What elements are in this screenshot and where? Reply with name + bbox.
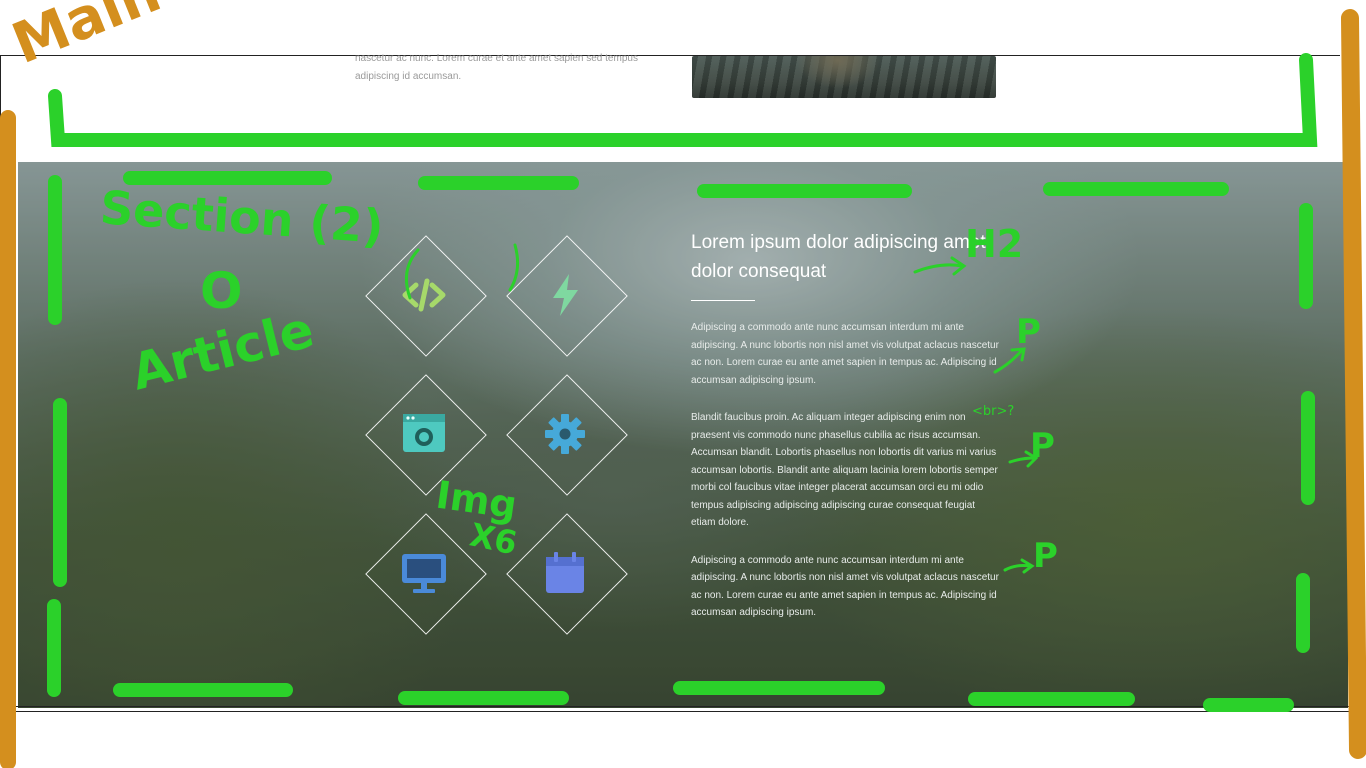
annotation-br: <br>?	[972, 404, 1015, 419]
annotation-p1: P	[1016, 312, 1041, 352]
annotation-p2: P	[1030, 426, 1055, 466]
annotation-h2: H2	[965, 222, 1024, 266]
annotation-or: O	[200, 262, 243, 320]
annotation-p3: P	[1033, 536, 1058, 576]
